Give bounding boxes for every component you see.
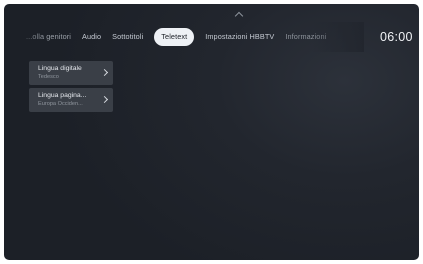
tab-teletext[interactable]: Teletext (154, 28, 195, 46)
settings-tab-bar: ...olla genitori Audio Sottotitoli Telet… (4, 26, 364, 48)
tv-settings-screen: ...olla genitori Audio Sottotitoli Telet… (4, 4, 419, 260)
tab-fade-right (312, 22, 364, 52)
menu-item-digital-language[interactable]: Lingua digitale Tedesco (29, 61, 113, 85)
chevron-right-icon (100, 95, 109, 104)
menu-item-title: Lingua pagina... (38, 92, 87, 99)
menu-item-value: Europa Occiden... (38, 101, 83, 107)
tab-audio[interactable]: Audio (82, 33, 101, 41)
tab-fade-left (4, 22, 46, 52)
chevron-up-icon[interactable] (234, 11, 244, 21)
menu-item-page-language[interactable]: Lingua pagina... Europa Occiden... (29, 88, 113, 112)
tab-hbbtv-settings[interactable]: Impostazioni HBBTV (205, 33, 274, 41)
chevron-right-icon (100, 68, 109, 77)
teletext-menu: Lingua digitale Tedesco Lingua pagina...… (29, 61, 113, 115)
menu-item-value: Tedesco (38, 74, 59, 80)
tab-subtitles[interactable]: Sottotitoli (112, 33, 143, 41)
clock: 06:00 (380, 30, 413, 44)
menu-item-title: Lingua digitale (38, 65, 82, 72)
